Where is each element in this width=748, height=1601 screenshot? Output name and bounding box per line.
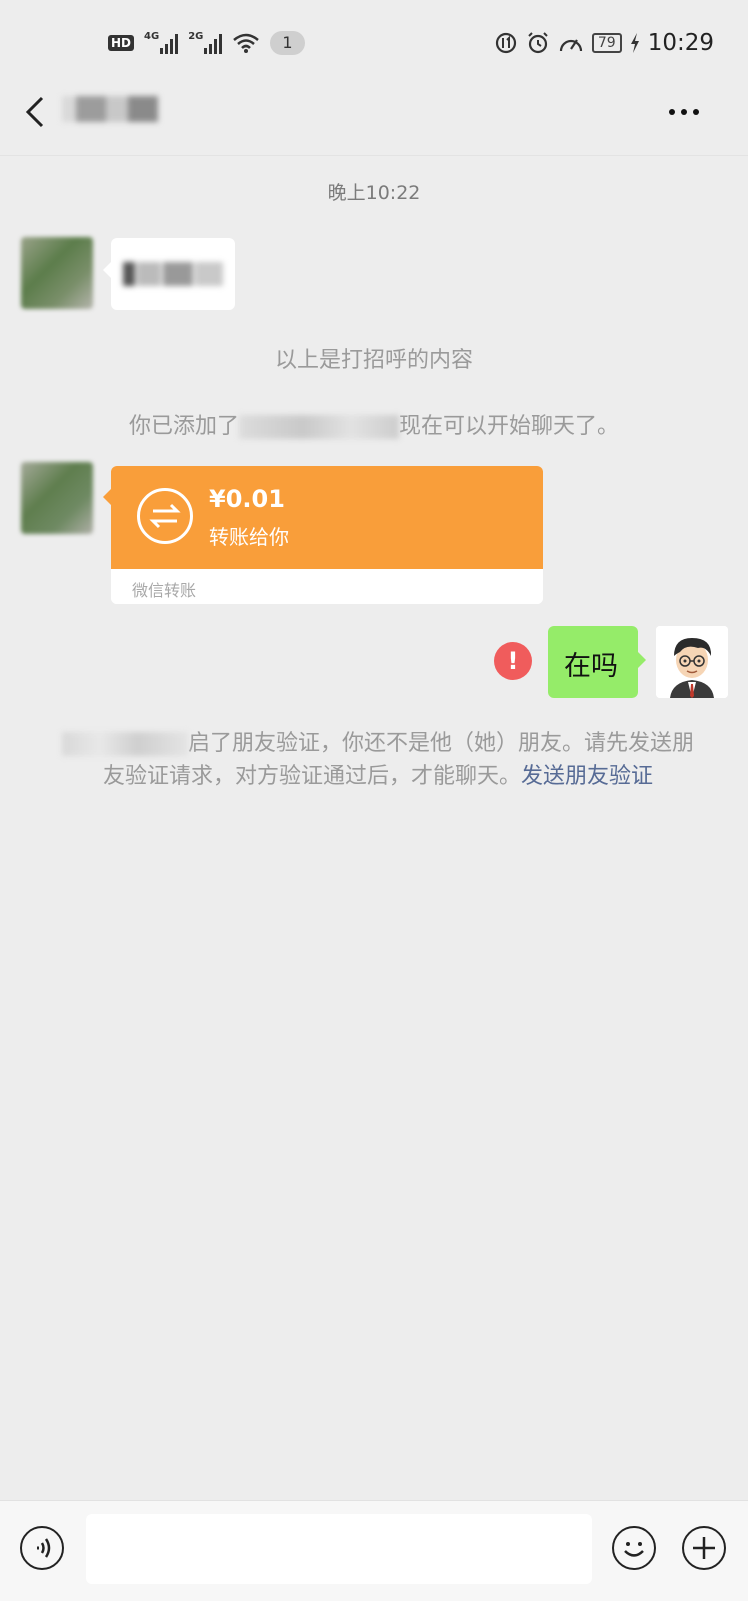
- message-timestamp: 晚上10:22: [327, 182, 421, 204]
- my-message-text: 在吗: [564, 651, 618, 682]
- contact-avatar[interactable]: [21, 462, 93, 534]
- voice-icon: [37, 1538, 51, 1558]
- header-divider: [0, 155, 748, 156]
- greeting-text: [123, 262, 223, 286]
- transfer-card-footer: 微信转账: [111, 569, 543, 604]
- more-dot-icon: [693, 109, 699, 115]
- battery-icon: 79: [591, 33, 622, 53]
- send-verification-link[interactable]: 发送朋友验证: [521, 764, 653, 789]
- notification-badge: 1: [270, 31, 305, 55]
- emoji-button[interactable]: [612, 1526, 656, 1570]
- more-dot-icon: [681, 109, 687, 115]
- my-avatar[interactable]: [656, 626, 728, 698]
- transfer-source: 微信转账: [132, 581, 197, 600]
- speed-icon: [559, 39, 582, 52]
- charging-icon: [630, 33, 639, 53]
- transfer-card-top: ¥0.01 转账给你: [111, 466, 543, 569]
- blurred-name: [61, 732, 188, 756]
- transfer-amount: ¥0.01: [209, 485, 285, 513]
- message-input[interactable]: [86, 1514, 592, 1584]
- more-functions-button[interactable]: [682, 1526, 726, 1570]
- plus-icon: [693, 1537, 715, 1559]
- greeting-bubble[interactable]: [103, 238, 235, 310]
- wifi-icon: [233, 33, 260, 53]
- chat-title: [62, 96, 172, 124]
- blurred-name: [239, 415, 399, 439]
- more-button[interactable]: [664, 100, 704, 124]
- signal-2g-icon: 2G: [188, 32, 223, 54]
- status-left: HD 4G 2G 1: [108, 28, 305, 58]
- send-failed-icon[interactable]: !: [494, 642, 532, 680]
- status-right: 79 10:29: [494, 28, 714, 58]
- data-saver-icon: [495, 32, 516, 54]
- contact-avatar[interactable]: [21, 237, 93, 309]
- cartoon-avatar-icon: [656, 626, 728, 698]
- status-time: 10:29: [647, 30, 714, 56]
- friend-verification-notice: 启了朋友验证，你还不是他（她）朋友。请先发送朋友验证请求，对方验证通过后，才能聊…: [58, 727, 698, 793]
- signal-4g-icon: 4G: [144, 32, 179, 54]
- my-message-bubble[interactable]: 在吗: [548, 626, 646, 698]
- added-friend-note: 你已添加了 现在可以开始聊天了。: [128, 414, 620, 439]
- alarm-icon: [528, 32, 548, 54]
- transfer-card[interactable]: ¥0.01 转账给你 微信转账: [111, 466, 543, 604]
- emoji-icon: [624, 1542, 644, 1557]
- greeting-note: 以上是打招呼的内容: [274, 348, 473, 373]
- hd-icon: HD: [108, 35, 135, 51]
- more-dot-icon: [669, 109, 675, 115]
- voice-button[interactable]: [20, 1526, 64, 1570]
- transfer-desc: 转账给你: [209, 525, 289, 549]
- transfer-icon: [137, 488, 193, 544]
- back-button[interactable]: [22, 92, 52, 132]
